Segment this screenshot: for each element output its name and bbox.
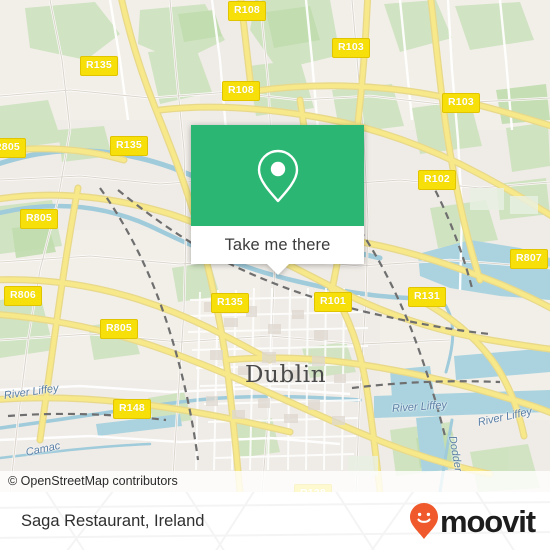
road-shield: R805: [0, 138, 26, 158]
take-me-there-label: Take me there: [224, 235, 331, 254]
footer-bar: Saga Restaurant, Ireland moovit: [0, 492, 550, 550]
callout-tail: [266, 264, 289, 275]
road-shield: R101: [314, 292, 352, 312]
road-shield: R108: [222, 81, 260, 101]
road-shield: R103: [332, 38, 370, 58]
road-shield: R148: [113, 399, 151, 419]
road-shield: R805: [20, 209, 58, 229]
take-me-there-callout[interactable]: Take me there: [191, 125, 364, 275]
place-title: Saga Restaurant, Ireland: [21, 511, 205, 530]
road-shield: R807: [510, 249, 548, 269]
road-shield: R135: [80, 56, 118, 76]
map-attribution[interactable]: © OpenStreetMap contributors: [0, 471, 550, 492]
road-shield: R131: [408, 287, 446, 307]
road-shield: R103: [442, 93, 480, 113]
road-shield: R806: [4, 286, 42, 306]
road-shield: R805: [100, 319, 138, 339]
callout-icon-area: [191, 125, 364, 226]
moovit-brand[interactable]: moovit: [409, 502, 536, 540]
location-pin-icon: [257, 149, 298, 202]
road-shield: R135: [110, 136, 148, 156]
callout-action-area[interactable]: Take me there: [191, 226, 364, 275]
moovit-smiley-pin-icon: [409, 503, 438, 539]
city-label-dublin: Dublin: [245, 362, 327, 388]
road-shield: R102: [418, 170, 456, 190]
road-shield: R108: [228, 1, 266, 21]
moovit-wordmark: moovit: [439, 503, 536, 539]
road-shield: R135: [211, 293, 249, 313]
screenshot-root: R108 R103 R135 R108 R103 R135 R805 R102 R805 R807…: [0, 0, 550, 550]
